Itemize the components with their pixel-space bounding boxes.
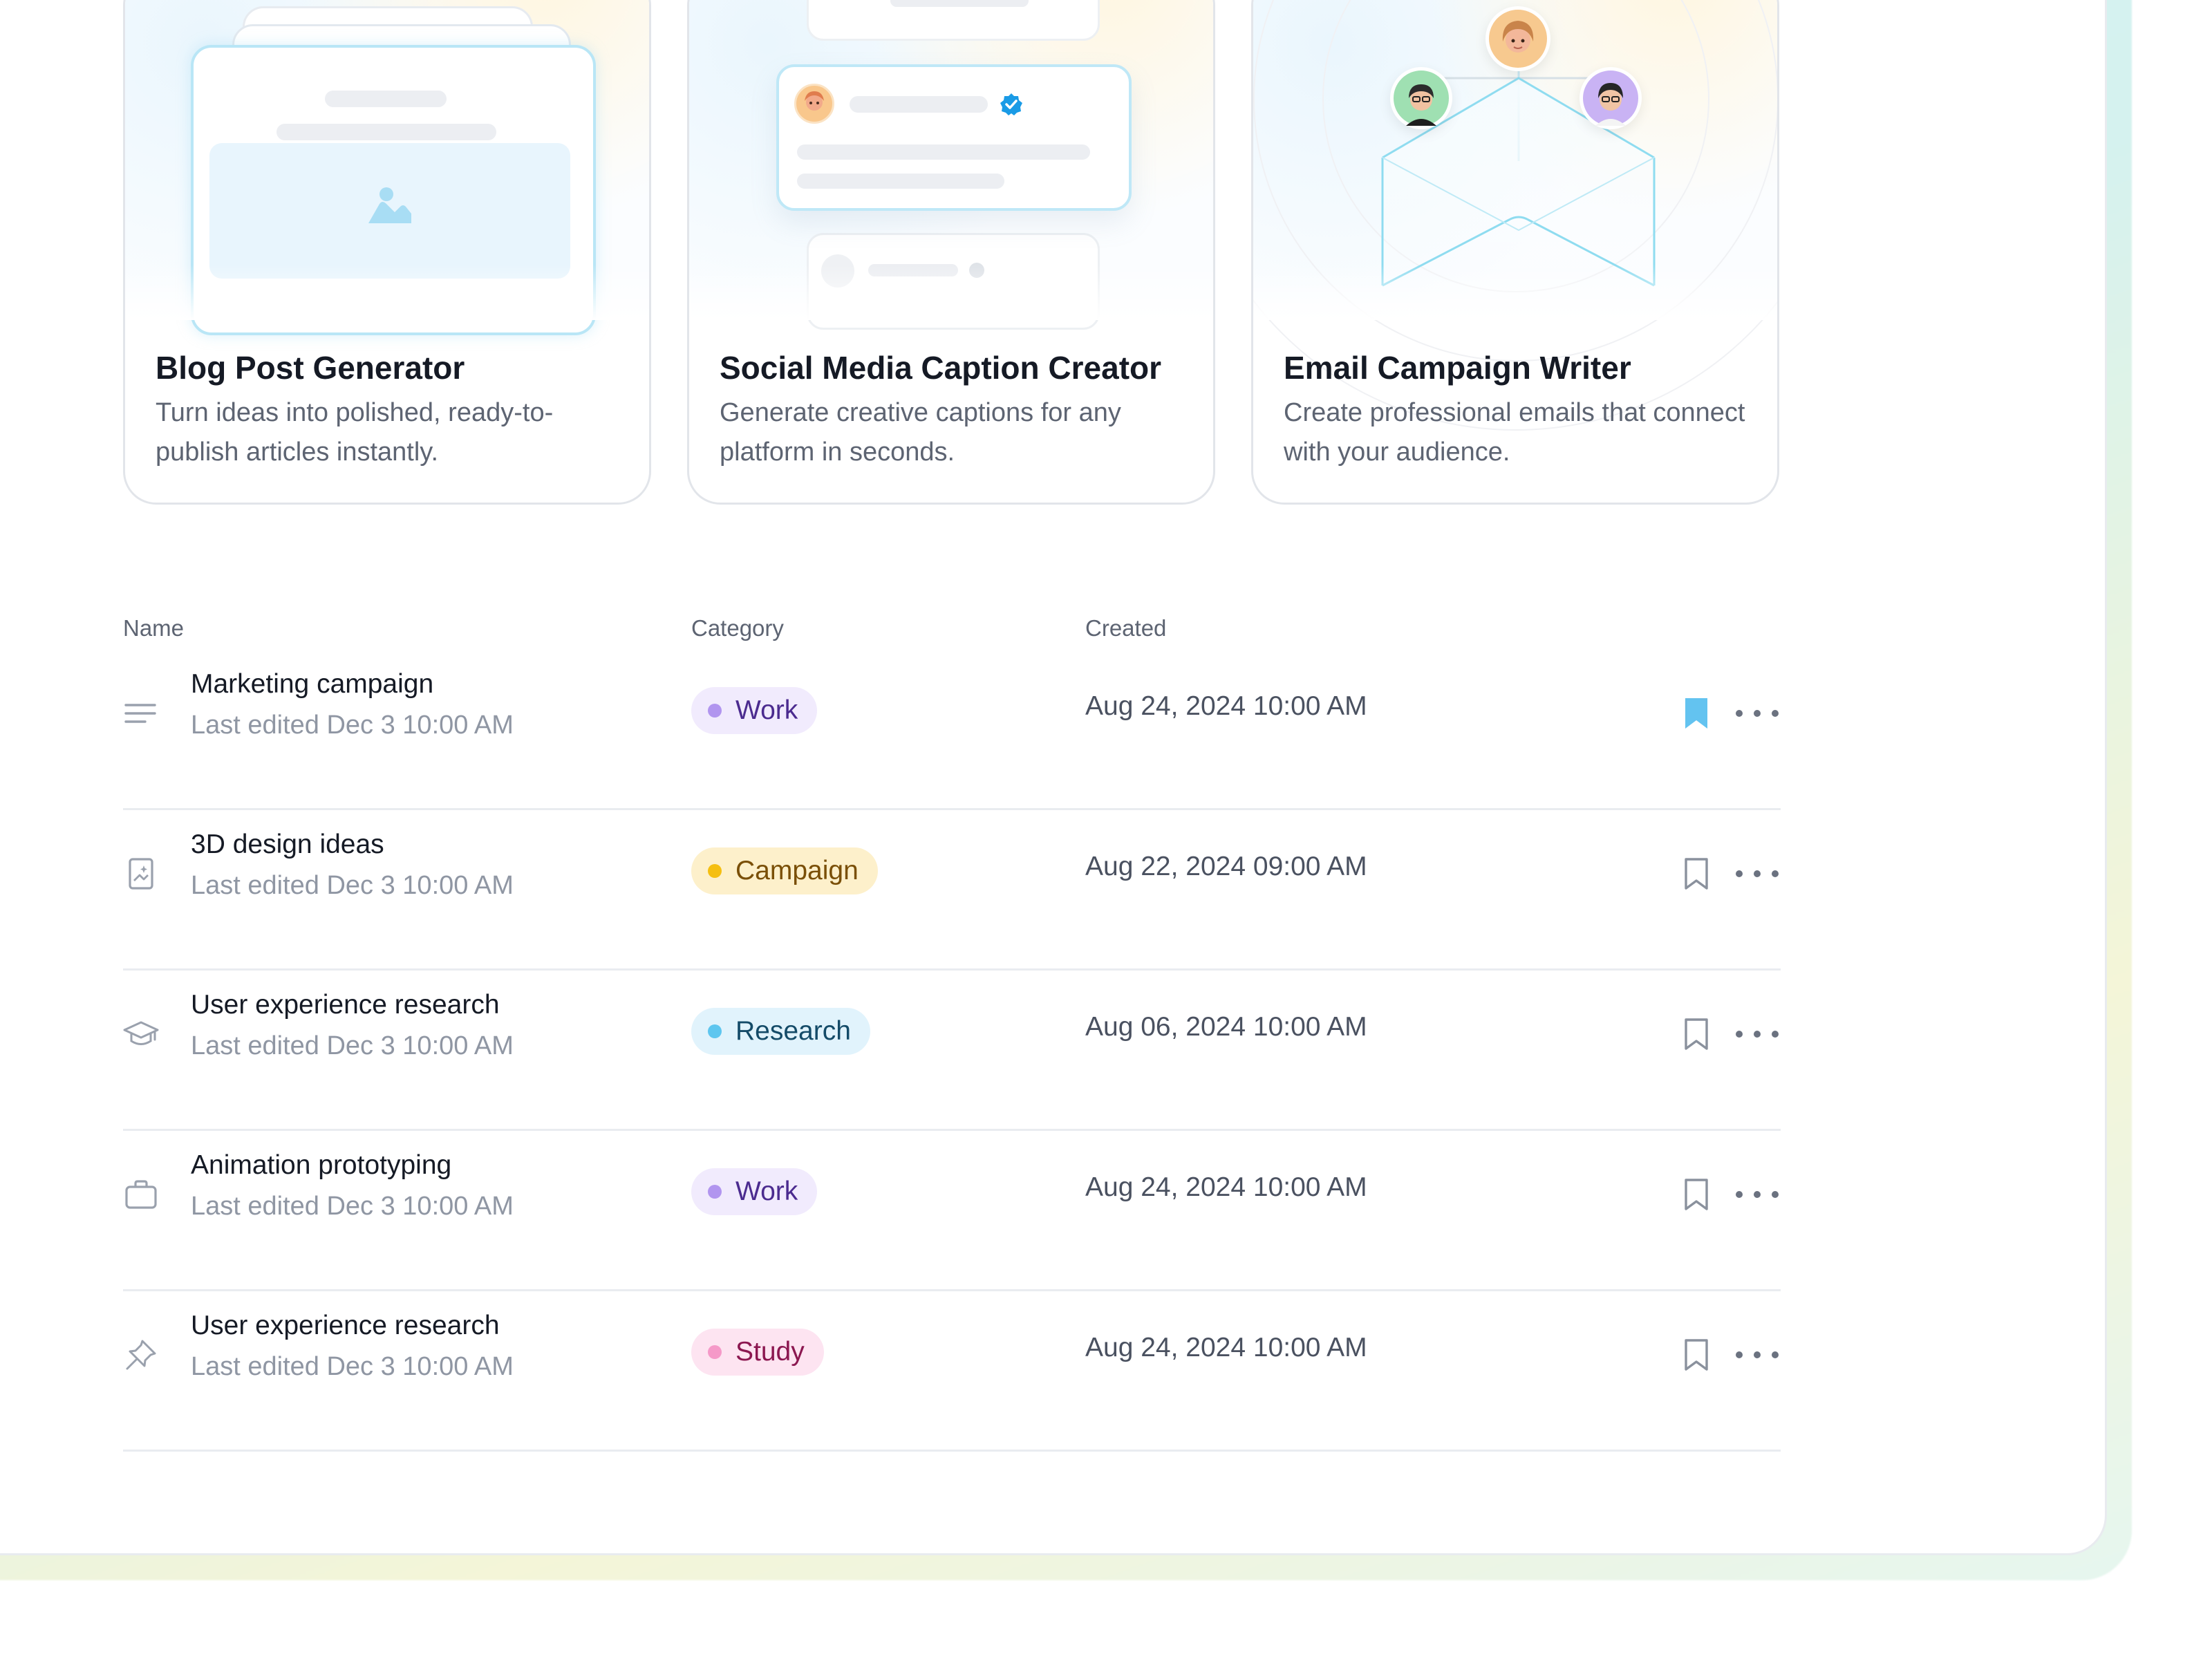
- briefcase-icon: [125, 1180, 157, 1209]
- more-options-icon[interactable]: [1734, 1177, 1781, 1212]
- avatar: [794, 84, 834, 124]
- table-row[interactable]: Marketing campaign Last edited Dec 3 10:…: [123, 650, 1781, 810]
- row-name: Animation prototyping: [191, 1150, 452, 1180]
- table-row[interactable]: 3D design ideas Last edited Dec 3 10:00 …: [123, 810, 1781, 971]
- more-options-icon[interactable]: [1734, 695, 1781, 731]
- bookmark-icon[interactable]: [1681, 1016, 1712, 1052]
- row-last-edited: Last edited Dec 3 10:00 AM: [191, 871, 514, 900]
- template-card-email-campaign[interactable]: Email Campaign Writer Create professiona…: [1251, 0, 1779, 505]
- template-card-blog-post[interactable]: Blog Post Generator Turn ideas into poli…: [123, 0, 651, 505]
- text-lines-icon: [124, 704, 156, 723]
- row-last-edited: Last edited Dec 3 10:00 AM: [191, 1352, 514, 1381]
- avatar: [1580, 67, 1642, 129]
- row-last-edited: Last edited Dec 3 10:00 AM: [191, 1192, 514, 1221]
- row-last-edited: Last edited Dec 3 10:00 AM: [191, 1031, 514, 1060]
- table-row[interactable]: User experience research Last edited Dec…: [123, 1291, 1781, 1452]
- row-created-date: Aug 06, 2024 10:00 AM: [1085, 1012, 1367, 1042]
- row-last-edited: Last edited Dec 3 10:00 AM: [191, 711, 514, 740]
- row-name: 3D design ideas: [191, 830, 384, 859]
- avatar: [1485, 6, 1550, 71]
- row-name: User experience research: [191, 990, 500, 1020]
- card-description: Turn ideas into polished, ready-to-publi…: [156, 398, 554, 467]
- bookmark-filled-icon[interactable]: [1681, 695, 1712, 731]
- pin-icon: [126, 1340, 156, 1370]
- table-row[interactable]: User experience research Last edited Dec…: [123, 971, 1781, 1131]
- bookmark-icon[interactable]: [1681, 856, 1712, 892]
- social-caption-illustration: [689, 0, 1213, 330]
- blog-post-illustration: [125, 0, 649, 335]
- table-row[interactable]: Animation prototyping Last edited Dec 3 …: [123, 1131, 1781, 1291]
- category-badge: Work: [691, 1168, 818, 1215]
- row-created-date: Aug 24, 2024 10:00 AM: [1085, 1172, 1367, 1202]
- card-title: Blog Post Generator: [156, 350, 465, 386]
- row-name: User experience research: [191, 1311, 500, 1340]
- image-file-icon: [129, 858, 153, 890]
- image-placeholder: [209, 143, 570, 279]
- more-options-icon[interactable]: [1734, 1016, 1781, 1052]
- row-created-date: Aug 24, 2024 10:00 AM: [1085, 691, 1367, 721]
- card-description: Create professional emails that connect …: [1284, 398, 1745, 467]
- bookmark-icon[interactable]: [1681, 1177, 1712, 1212]
- social-post-preview: [776, 64, 1132, 211]
- category-badge: Work: [691, 687, 818, 734]
- column-header-created[interactable]: Created: [1085, 615, 1166, 641]
- category-badge: Campaign: [691, 847, 878, 894]
- email-campaign-illustration: [1253, 0, 1777, 431]
- card-description: Generate creative captions for any platf…: [720, 398, 1121, 467]
- column-header-name[interactable]: Name: [123, 615, 184, 641]
- row-created-date: Aug 24, 2024 10:00 AM: [1085, 1333, 1367, 1362]
- category-badge: Study: [691, 1329, 824, 1376]
- row-created-date: Aug 22, 2024 09:00 AM: [1085, 852, 1367, 881]
- column-header-category[interactable]: Category: [691, 615, 784, 641]
- card-title: Social Media Caption Creator: [720, 350, 1162, 386]
- template-card-social-caption[interactable]: Social Media Caption Creator Generate cr…: [687, 0, 1215, 505]
- card-title: Email Campaign Writer: [1284, 350, 1631, 386]
- avatar: [1390, 67, 1452, 129]
- image-icon: [368, 187, 411, 223]
- row-name: Marketing campaign: [191, 669, 434, 699]
- bookmark-icon[interactable]: [1681, 1337, 1712, 1373]
- graduation-cap-icon: [123, 1021, 159, 1045]
- more-options-icon[interactable]: [1734, 856, 1781, 892]
- more-options-icon[interactable]: [1734, 1337, 1781, 1373]
- category-badge: Research: [691, 1008, 870, 1055]
- verified-badge-icon: [1000, 93, 1022, 115]
